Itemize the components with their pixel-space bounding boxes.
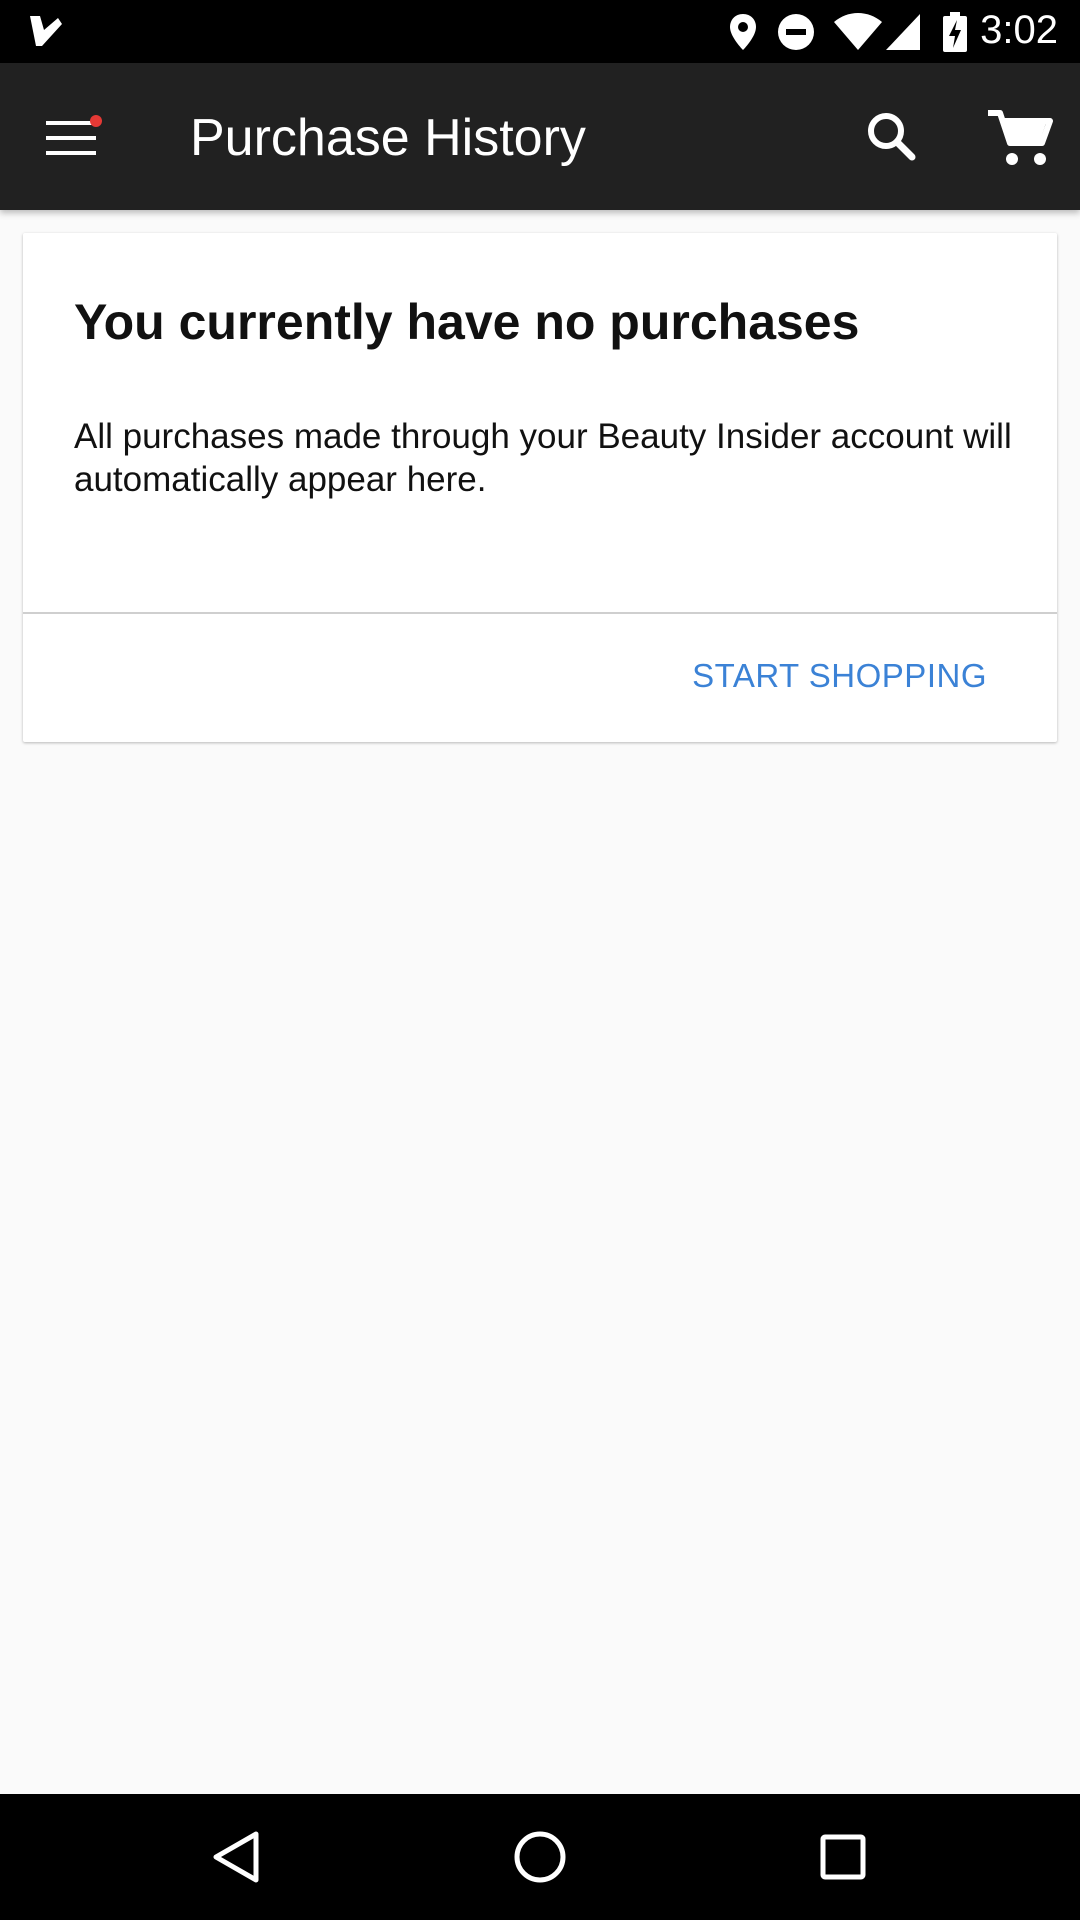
menu-icon xyxy=(46,121,96,155)
cell-signal-icon xyxy=(884,12,922,57)
do-not-disturb-icon xyxy=(776,12,816,57)
back-icon xyxy=(213,1831,259,1883)
empty-state-card: You currently have no purchases All purc… xyxy=(23,233,1057,742)
empty-state-title: You currently have no purchases xyxy=(74,294,860,350)
page-title: Purchase History xyxy=(190,109,586,167)
recents-button[interactable] xyxy=(808,1822,878,1892)
check-app-icon xyxy=(26,12,66,52)
wifi-icon xyxy=(832,12,884,57)
start-shopping-button[interactable]: START SHOPPING xyxy=(688,651,991,701)
menu-button[interactable] xyxy=(30,103,116,173)
notification-dot xyxy=(90,115,102,127)
card-divider xyxy=(23,612,1057,614)
search-button[interactable] xyxy=(858,103,928,173)
location-icon xyxy=(728,12,758,57)
recents-icon xyxy=(820,1834,866,1880)
home-icon xyxy=(514,1831,566,1883)
system-nav-bar xyxy=(0,1794,1080,1920)
app-bar: Purchase History xyxy=(0,63,1080,210)
cart-icon xyxy=(988,110,1053,165)
status-time: 3:02 xyxy=(980,8,1058,52)
home-button[interactable] xyxy=(505,1822,575,1892)
empty-state-message: All purchases made through your Beauty I… xyxy=(74,417,1012,499)
search-icon xyxy=(868,113,916,161)
cart-button[interactable] xyxy=(980,103,1060,173)
back-button[interactable] xyxy=(200,1822,270,1892)
status-bar: 3:02 xyxy=(0,0,1080,63)
battery-charging-icon xyxy=(942,12,968,57)
